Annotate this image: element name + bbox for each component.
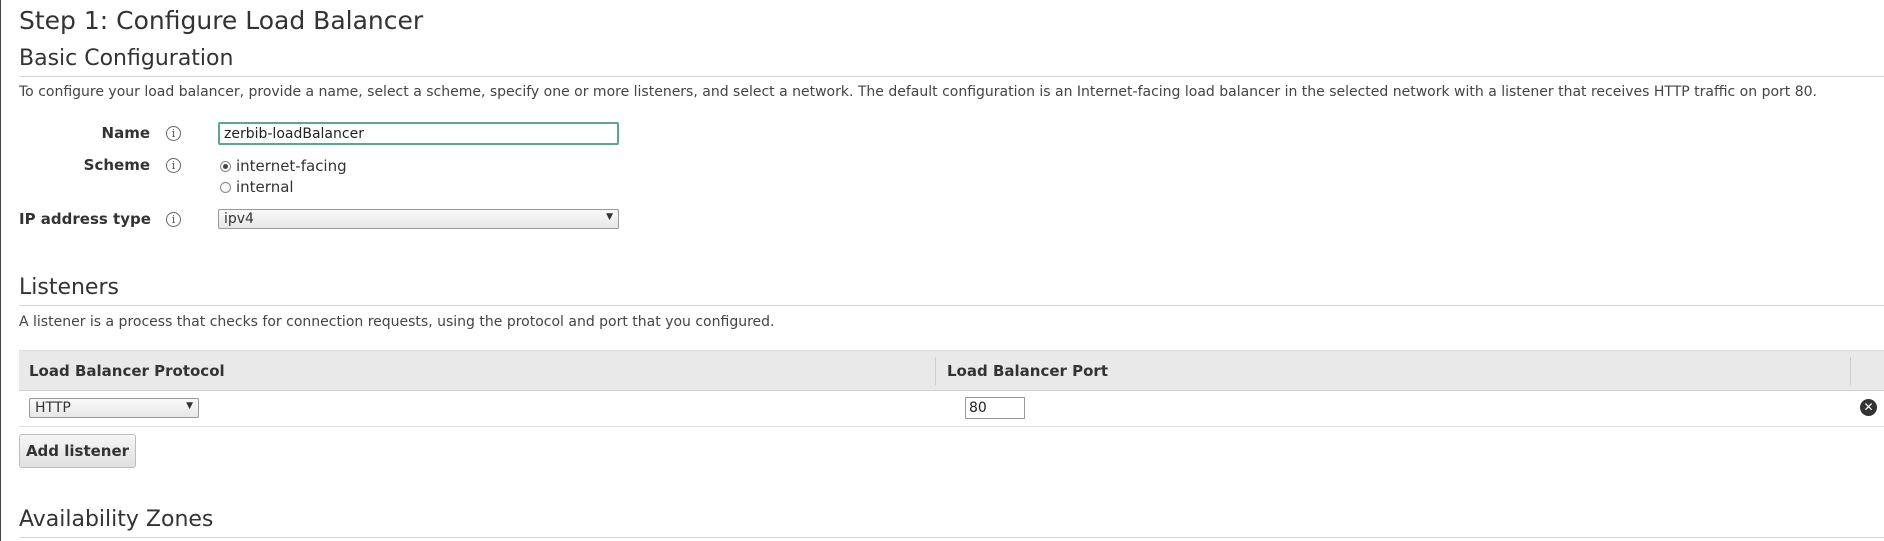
add-listener-button[interactable]: Add listener xyxy=(19,434,136,468)
scheme-label: Scheme xyxy=(83,156,150,174)
dropdown-arrow-icon: ▼ xyxy=(186,401,193,411)
column-divider xyxy=(1850,357,1851,385)
port-input[interactable] xyxy=(965,397,1025,419)
name-label: Name xyxy=(101,124,150,142)
basic-configuration-heading: Basic Configuration xyxy=(19,46,234,71)
radio-button[interactable] xyxy=(220,181,231,193)
column-divider xyxy=(935,357,936,385)
wizard-frame xyxy=(0,0,1884,541)
ip-address-type-select[interactable]: ipv4 ▼ xyxy=(218,209,619,229)
basic-configuration-description: To configure your load balancer, provide… xyxy=(19,84,1817,100)
protocol-value: HTTP xyxy=(35,400,71,416)
listeners-heading: Listeners xyxy=(19,275,119,300)
section-divider xyxy=(19,305,1884,306)
scheme-radio-internet-facing[interactable]: internet-facing xyxy=(220,157,347,175)
column-header-port: Load Balancer Port xyxy=(947,362,1108,380)
scheme-option-label: internet-facing xyxy=(236,157,347,175)
scheme-option-label: internal xyxy=(236,178,294,196)
listeners-table-header: Load Balancer Protocol Load Balancer Por… xyxy=(19,350,1884,391)
listeners-description: A listener is a process that checks for … xyxy=(19,314,775,330)
dropdown-arrow-icon: ▼ xyxy=(606,212,613,222)
ip-address-type-label: IP address type xyxy=(19,210,151,228)
column-header-protocol: Load Balancer Protocol xyxy=(29,362,225,380)
ip-address-type-value: ipv4 xyxy=(224,211,254,227)
remove-circle-icon[interactable]: ✕ xyxy=(1860,399,1877,416)
info-icon[interactable]: i xyxy=(166,212,181,227)
section-divider xyxy=(19,76,1884,77)
info-icon[interactable]: i xyxy=(166,158,181,173)
page-title: Step 1: Configure Load Balancer xyxy=(19,6,424,35)
radio-button-selected[interactable] xyxy=(220,160,231,172)
section-divider xyxy=(19,537,1884,538)
info-icon[interactable]: i xyxy=(166,126,181,141)
availability-zones-heading: Availability Zones xyxy=(19,507,214,532)
protocol-select[interactable]: HTTP ▼ xyxy=(29,398,199,418)
scheme-radio-internal[interactable]: internal xyxy=(220,178,294,196)
name-input[interactable] xyxy=(218,122,619,145)
table-row: HTTP ▼ xyxy=(19,390,1884,427)
